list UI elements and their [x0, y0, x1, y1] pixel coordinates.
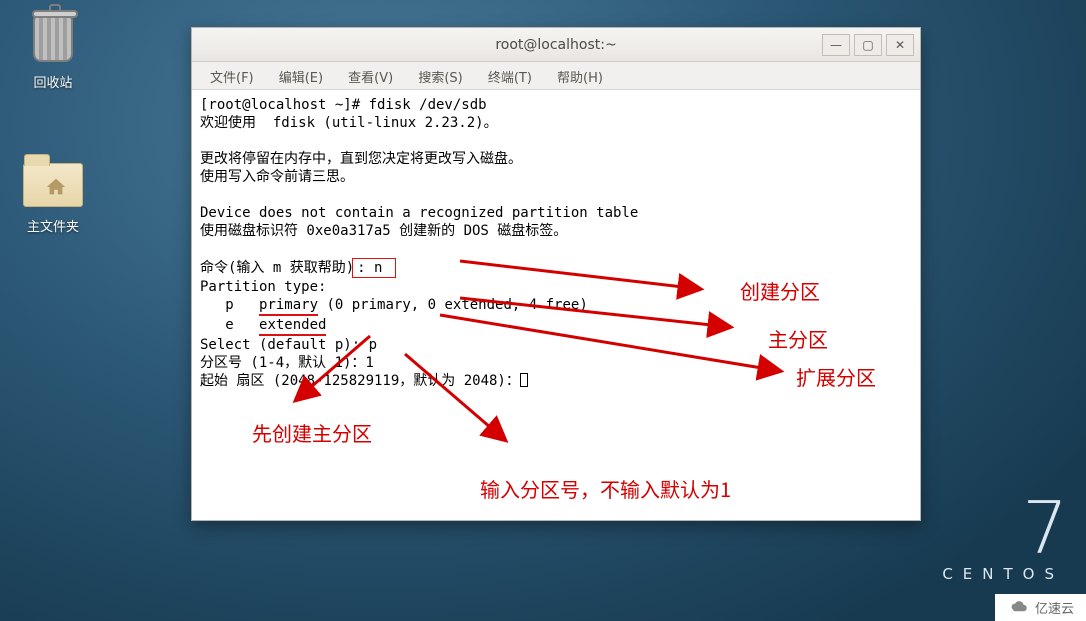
term-line: e — [200, 317, 259, 333]
centos-seven: 7 — [942, 496, 1064, 561]
terminal-body[interactable]: [root@localhost ~]# fdisk /dev/sdb 欢迎使用 … — [192, 90, 920, 520]
watermark: 亿速云 — [995, 594, 1086, 621]
desktop-icon-home[interactable]: 主文件夹 — [8, 150, 98, 235]
menu-help[interactable]: 帮助(H) — [547, 62, 613, 91]
titlebar[interactable]: root@localhost:~ — ▢ ✕ — [192, 28, 920, 62]
boxed-input-n: : n — [352, 258, 396, 278]
term-line: Partition type: — [200, 279, 326, 295]
annotation-first-primary: 先创建主分区 — [252, 418, 372, 447]
home-label: 主文件夹 — [8, 216, 98, 235]
menu-view[interactable]: 查看(V) — [338, 62, 403, 91]
annotation-primary: 主分区 — [768, 324, 828, 353]
term-line: 命令(输入 m 获取帮助) — [200, 260, 354, 276]
close-button[interactable]: ✕ — [886, 34, 914, 56]
cloud-icon — [1007, 600, 1029, 616]
term-line: 分区号 (1-4，默认 1)：1 — [200, 355, 374, 371]
menu-file[interactable]: 文件(F) — [200, 62, 264, 91]
term-line: [root@localhost ~]# fdisk /dev/sdb — [200, 97, 487, 113]
menu-edit[interactable]: 编辑(E) — [269, 62, 333, 91]
desktop: 回收站 主文件夹 root@localhost:~ — ▢ ✕ 文件(F) 编辑… — [0, 0, 1086, 621]
annotation-partition-number: 输入分区号，不输入默认为1 — [480, 474, 731, 503]
term-line: Select (default p): p — [200, 337, 377, 353]
trash-label: 回收站 — [8, 72, 98, 91]
term-line: 起始 扇区 (2048-125829119，默认为 2048)： — [200, 373, 520, 389]
underlined-primary: primary — [259, 296, 318, 316]
term-line: 更改将停留在内存中，直到您决定将更改写入磁盘。 — [200, 151, 522, 167]
underlined-extended: extended — [259, 316, 326, 336]
annotation-extended: 扩展分区 — [796, 362, 876, 391]
term-line: 使用磁盘标识符 0xe0a317a5 创建新的 DOS 磁盘标签。 — [200, 223, 567, 239]
term-line: 使用写入命令前请三思。 — [200, 169, 354, 185]
term-line: (0 primary, 0 extended, 4 free) — [318, 297, 588, 313]
folder-icon — [23, 150, 83, 210]
menu-search[interactable]: 搜索(S) — [408, 62, 472, 91]
desktop-icon-trash[interactable]: 回收站 — [8, 6, 98, 91]
trash-icon — [23, 6, 83, 66]
menu-term[interactable]: 终端(T) — [478, 62, 542, 91]
term-line: p — [200, 297, 259, 313]
menubar: 文件(F) 编辑(E) 查看(V) 搜索(S) 终端(T) 帮助(H) — [192, 62, 920, 90]
centos-word: CENTOS — [942, 565, 1064, 583]
watermark-text: 亿速云 — [1035, 598, 1074, 617]
term-line: 欢迎使用 fdisk (util-linux 2.23.2)。 — [200, 115, 498, 131]
term-line: Device does not contain a recognized par… — [200, 205, 638, 221]
minimize-button[interactable]: — — [822, 34, 850, 56]
maximize-button[interactable]: ▢ — [854, 34, 882, 56]
annotation-create-partition: 创建分区 — [740, 276, 820, 305]
cursor-icon — [520, 373, 528, 387]
centos-logo: 7 CENTOS — [942, 496, 1064, 583]
window-title: root@localhost:~ — [495, 37, 616, 53]
